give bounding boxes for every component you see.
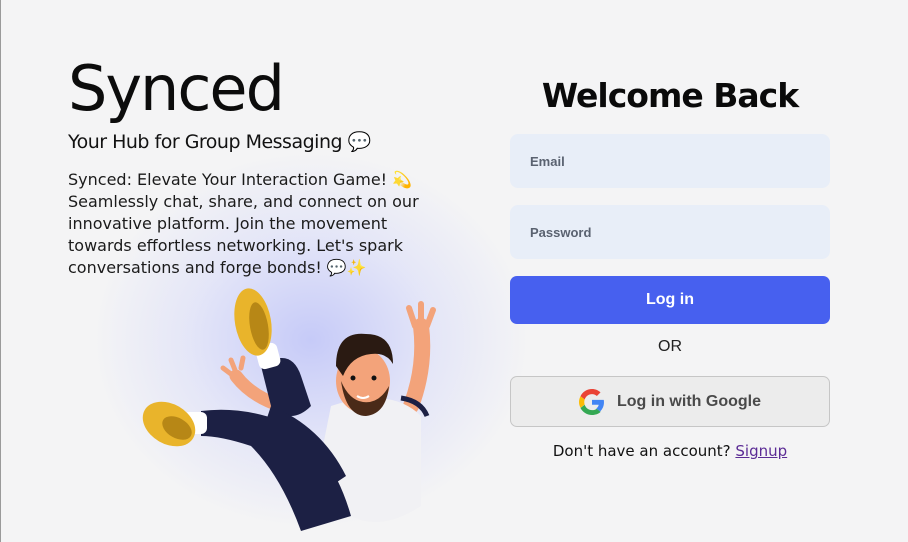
signup-prompt: Don't have an account? xyxy=(552,442,731,460)
brand-tagline: Your Hub for Group Messaging 💬 xyxy=(68,131,371,153)
login-button[interactable]: Log in xyxy=(510,276,830,324)
password-input[interactable] xyxy=(510,205,830,259)
google-login-button[interactable]: Log in with Google xyxy=(510,376,830,427)
brand-logo-text: Synced xyxy=(68,52,285,125)
login-title: Welcome Back xyxy=(541,76,799,115)
falling-person-illustration xyxy=(142,288,436,531)
signup-row: Don't have an account? Signup xyxy=(510,442,830,460)
email-input[interactable] xyxy=(510,134,830,188)
signup-link[interactable]: Signup xyxy=(735,442,787,460)
login-panel: Welcome Back Log in OR Log in with Googl… xyxy=(510,72,830,460)
brand-description: Synced: Elevate Your Interaction Game! 💫… xyxy=(68,170,419,277)
brand-section: Synced Your Hub for Group Messaging 💬 Sy… xyxy=(68,52,448,279)
google-login-label: Log in with Google xyxy=(617,392,761,410)
or-divider-text: OR xyxy=(658,338,682,355)
google-g-icon xyxy=(579,388,604,415)
